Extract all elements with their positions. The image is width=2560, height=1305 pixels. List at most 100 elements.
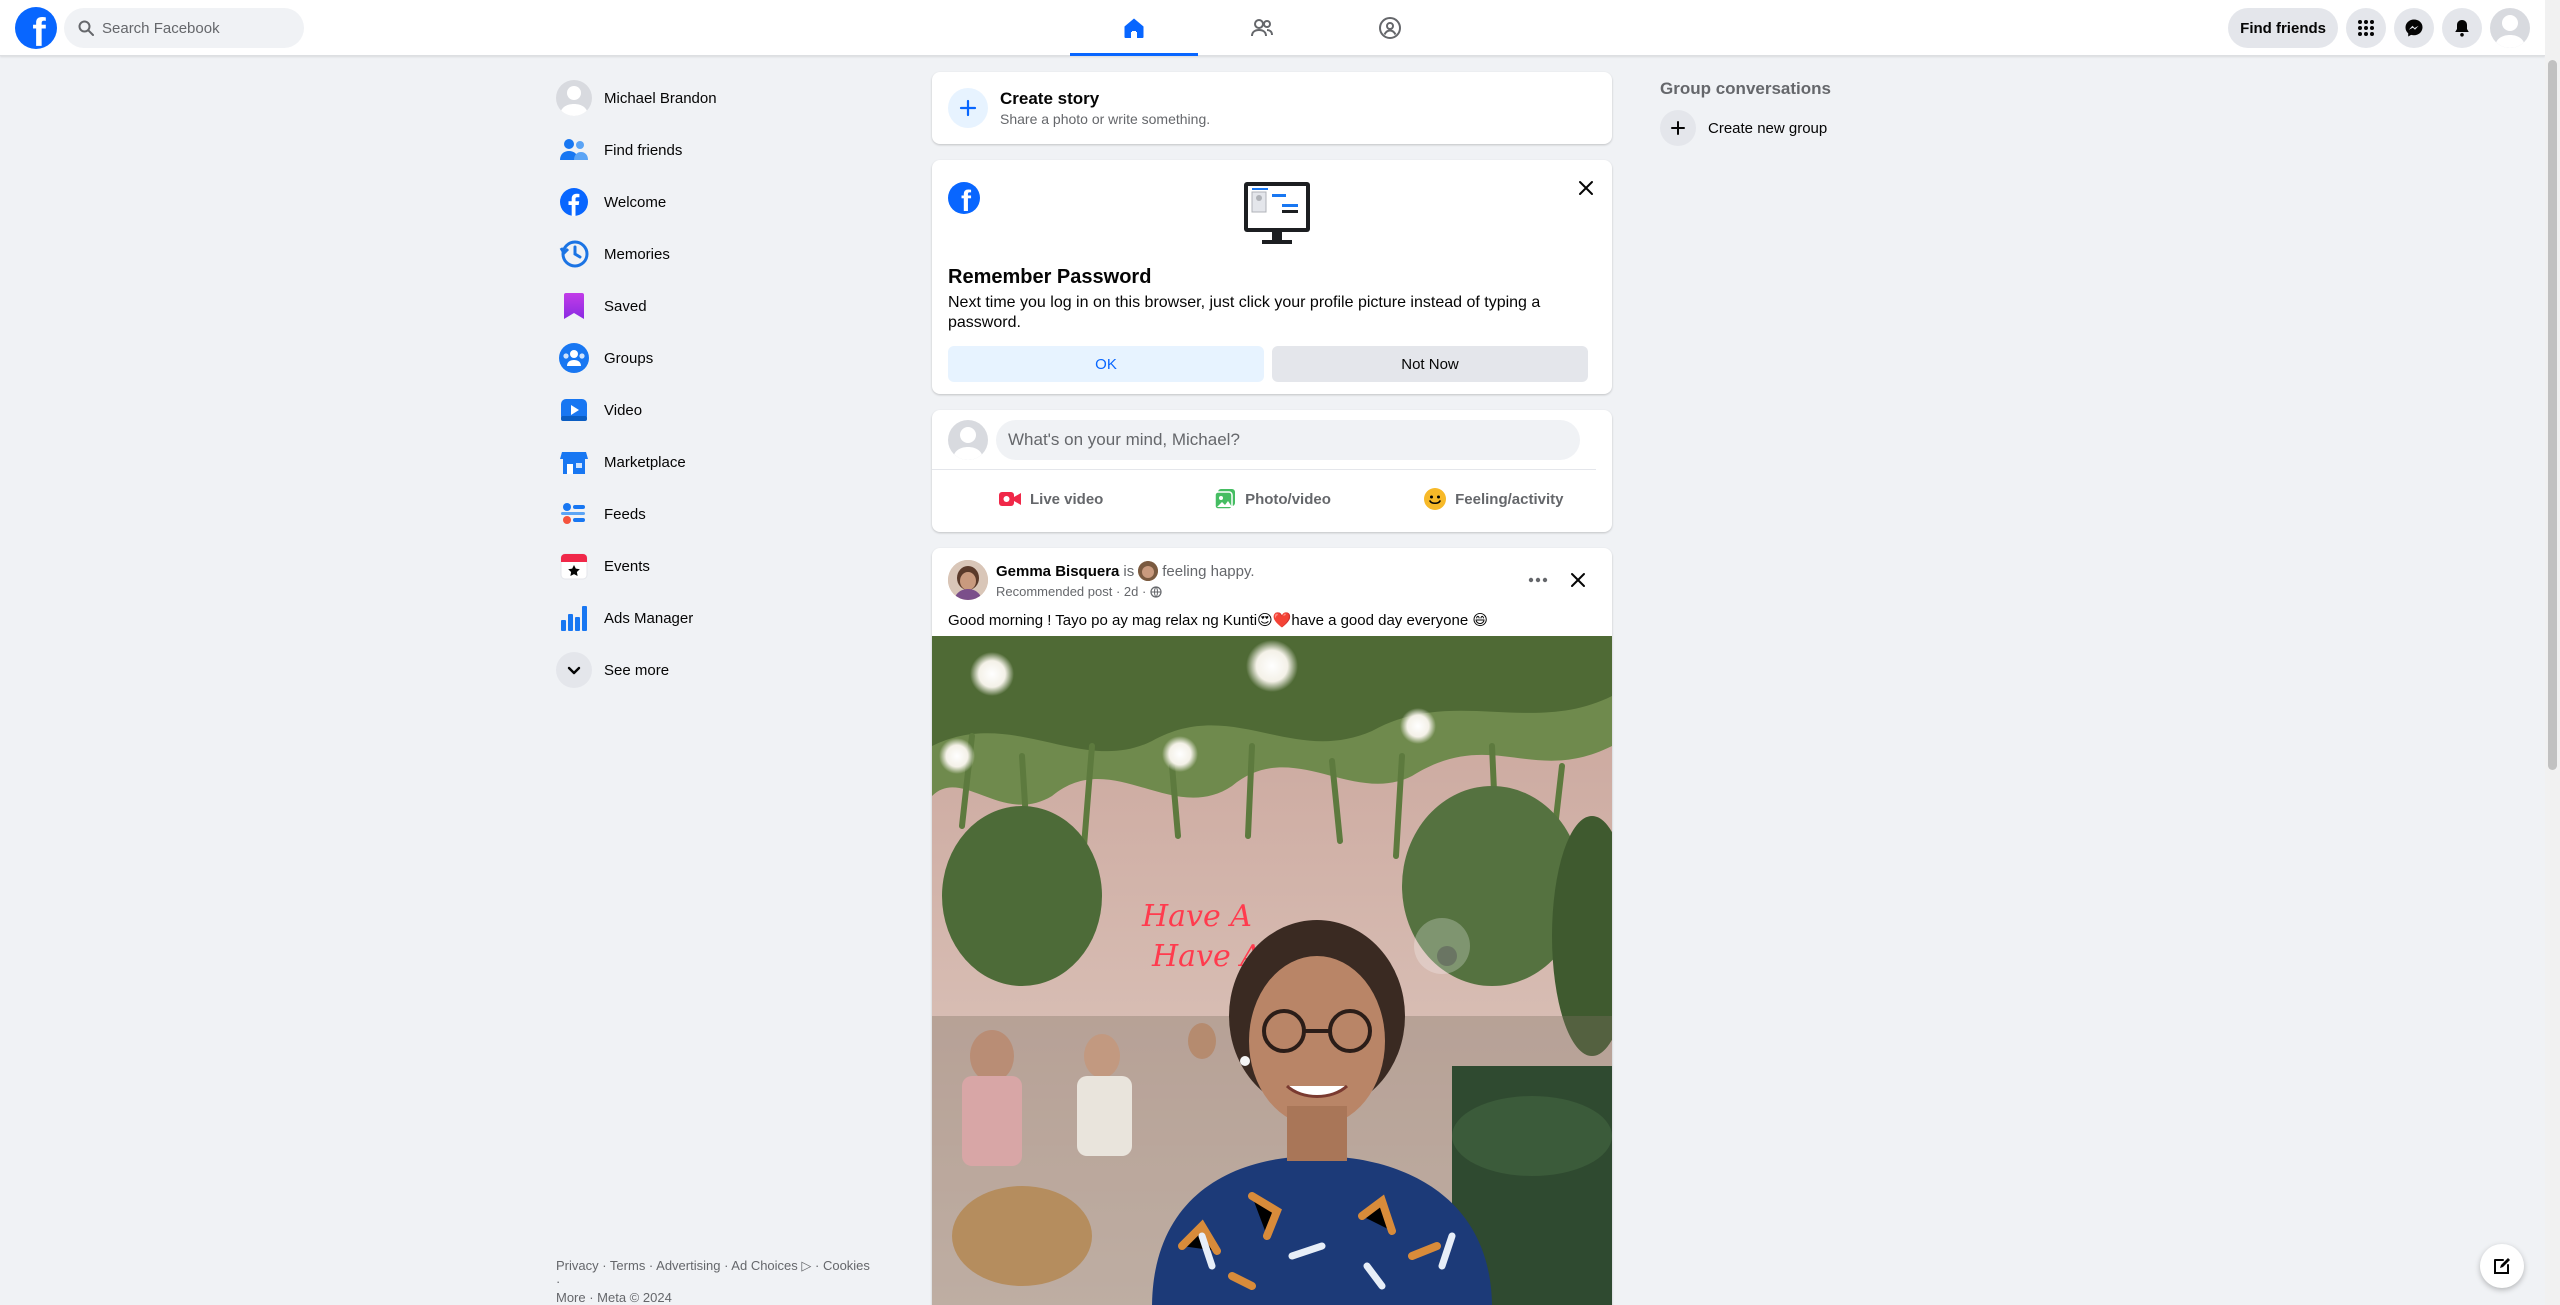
remember-password-title: Remember Password xyxy=(948,266,1152,288)
live-video-label: Live video xyxy=(1029,490,1104,508)
author-photo xyxy=(948,560,988,600)
post-author-name[interactable]: Gemma Bisquera xyxy=(996,563,1119,580)
sidebar-item-label: Welcome xyxy=(604,193,667,211)
sidebar-item-label: Michael Brandon xyxy=(604,89,717,107)
groups-icon xyxy=(556,340,592,376)
sidebar-item-see-more[interactable]: See more xyxy=(548,644,888,696)
feeling-activity-label: Feeling/activity xyxy=(1455,490,1564,508)
friends-tab-icon xyxy=(1251,19,1273,37)
find-friends-button[interactable]: Find friends xyxy=(2228,8,2338,48)
tab-friends[interactable] xyxy=(1198,0,1326,56)
top-right-controls: Find friends xyxy=(2228,8,2530,48)
default-avatar-icon xyxy=(2495,15,2525,48)
marketplace-icon xyxy=(556,444,592,480)
search-input[interactable] xyxy=(102,19,292,37)
facebook-icon xyxy=(556,184,592,220)
photo-video-label: Photo/video xyxy=(1245,490,1331,508)
calendar-icon xyxy=(556,548,592,584)
default-avatar-icon xyxy=(953,426,983,460)
close-icon xyxy=(1571,573,1585,587)
sidebar-item-profile[interactable]: Michael Brandon xyxy=(548,72,888,124)
sidebar-item-memories[interactable]: Memories xyxy=(548,228,888,280)
more-horizontal-icon xyxy=(1528,577,1548,583)
close-remember-button[interactable] xyxy=(1572,174,1600,202)
sidebar-item-feeds[interactable]: Feeds xyxy=(548,488,888,540)
sidebar-item-video[interactable]: Video xyxy=(548,384,888,436)
post-meta-text: Recommended post · 2d · xyxy=(996,584,1147,599)
post-options-button[interactable] xyxy=(1522,564,1554,596)
create-new-group-button[interactable]: Create new group xyxy=(1648,106,2008,150)
feeling-activity-button[interactable]: Feeling/activity xyxy=(1383,479,1604,519)
account-avatar[interactable] xyxy=(2490,8,2530,48)
bell-icon xyxy=(2455,20,2469,37)
post-feeling: is feeling happy. xyxy=(1123,561,1255,581)
photo-video-button[interactable]: Photo/video xyxy=(1161,479,1382,519)
hide-post-button[interactable] xyxy=(1562,564,1594,596)
news-feed: Create story Share a photo or write some… xyxy=(932,72,1612,1305)
home-icon xyxy=(1124,18,1144,38)
sidebar-item-welcome[interactable]: Welcome xyxy=(548,176,888,228)
not-now-button[interactable]: Not Now xyxy=(1272,346,1588,382)
composer-avatar[interactable] xyxy=(948,419,988,460)
compose-icon xyxy=(2494,1258,2510,1274)
menu-button[interactable] xyxy=(2346,8,2386,48)
smiley-icon xyxy=(1424,488,1447,510)
sidebar-item-label: Feeds xyxy=(604,505,646,523)
clock-icon xyxy=(556,236,592,272)
left-sidebar: Michael Brandon Find friends Welcome Mem… xyxy=(548,72,888,696)
remember-password-card: f Remember Password Next time you log in… xyxy=(932,160,1612,394)
footer-line[interactable]: More · Meta © 2024 xyxy=(556,1290,876,1305)
sidebar-item-label: Find friends xyxy=(604,141,683,159)
tab-groups[interactable] xyxy=(1326,0,1454,56)
profile-avatar xyxy=(556,80,592,116)
remember-password-actions: OK Not Now xyxy=(948,346,1588,382)
feeling-emoji-icon xyxy=(1138,561,1159,581)
sidebar-item-label: Groups xyxy=(604,349,654,367)
photo-icon xyxy=(1214,489,1236,510)
tab-home[interactable] xyxy=(1070,0,1198,56)
live-video-button[interactable]: Live video xyxy=(940,479,1161,519)
video-icon xyxy=(556,392,592,428)
sidebar-item-find-friends[interactable]: Find friends xyxy=(548,124,888,176)
bookmark-icon xyxy=(556,288,592,324)
sidebar-item-events[interactable]: Events xyxy=(548,540,888,592)
plus-icon xyxy=(1671,121,1685,135)
page-scrollbar[interactable] xyxy=(2545,0,2560,1305)
default-avatar-icon xyxy=(560,86,588,116)
create-story-card[interactable]: Create story Share a photo or write some… xyxy=(932,72,1612,144)
post-feeling-text: feeling happy. xyxy=(1162,562,1255,580)
post-author-avatar[interactable] xyxy=(948,560,988,600)
messenger-icon xyxy=(2405,19,2423,37)
plus-icon xyxy=(959,99,977,117)
facebook-logo-letter: f xyxy=(32,11,46,49)
close-icon xyxy=(1579,181,1593,195)
whats-on-your-mind-input[interactable]: What's on your mind, Michael? xyxy=(996,419,1580,460)
restaurant-photo: Have A Have A xyxy=(932,636,1612,1305)
see-more-circle xyxy=(556,652,592,688)
sidebar-item-label: Ads Manager xyxy=(604,609,694,627)
neon-sign-text: Have A xyxy=(1141,899,1252,934)
globe-icon xyxy=(1150,585,1162,598)
scrollbar-thumb[interactable] xyxy=(2548,60,2557,770)
sidebar-item-saved[interactable]: Saved xyxy=(548,280,888,332)
footer-links[interactable]: Privacy · Terms · Advertising · Ad Choic… xyxy=(556,1258,876,1305)
feed-post: Gemma Bisquera is feeling happy. Recomme… xyxy=(932,548,1612,1305)
remember-password-body: Next time you log in on this browser, ju… xyxy=(948,294,1541,331)
feeds-icon xyxy=(556,496,592,532)
ok-button[interactable]: OK xyxy=(948,346,1264,382)
sidebar-item-groups[interactable]: Groups xyxy=(548,332,888,384)
post-is-text: is xyxy=(1123,562,1135,580)
facebook-logo[interactable]: f xyxy=(15,7,57,49)
sidebar-item-ads-manager[interactable]: Ads Manager xyxy=(548,592,888,644)
computer-illustration xyxy=(1244,182,1310,244)
friends-icon xyxy=(556,132,592,168)
post-composer: What's on your mind, Michael? Live video… xyxy=(932,410,1612,532)
sidebar-item-label: Memories xyxy=(604,245,670,263)
post-photo[interactable]: Have A Have A xyxy=(932,636,1612,1305)
notifications-button[interactable] xyxy=(2442,8,2482,48)
messenger-button[interactable] xyxy=(2394,8,2434,48)
footer-line[interactable]: Privacy · Terms · Advertising · Ad Choic… xyxy=(556,1258,876,1290)
sidebar-item-marketplace[interactable]: Marketplace xyxy=(548,436,888,488)
new-message-button[interactable] xyxy=(2480,1244,2524,1288)
search-box[interactable] xyxy=(64,8,304,48)
